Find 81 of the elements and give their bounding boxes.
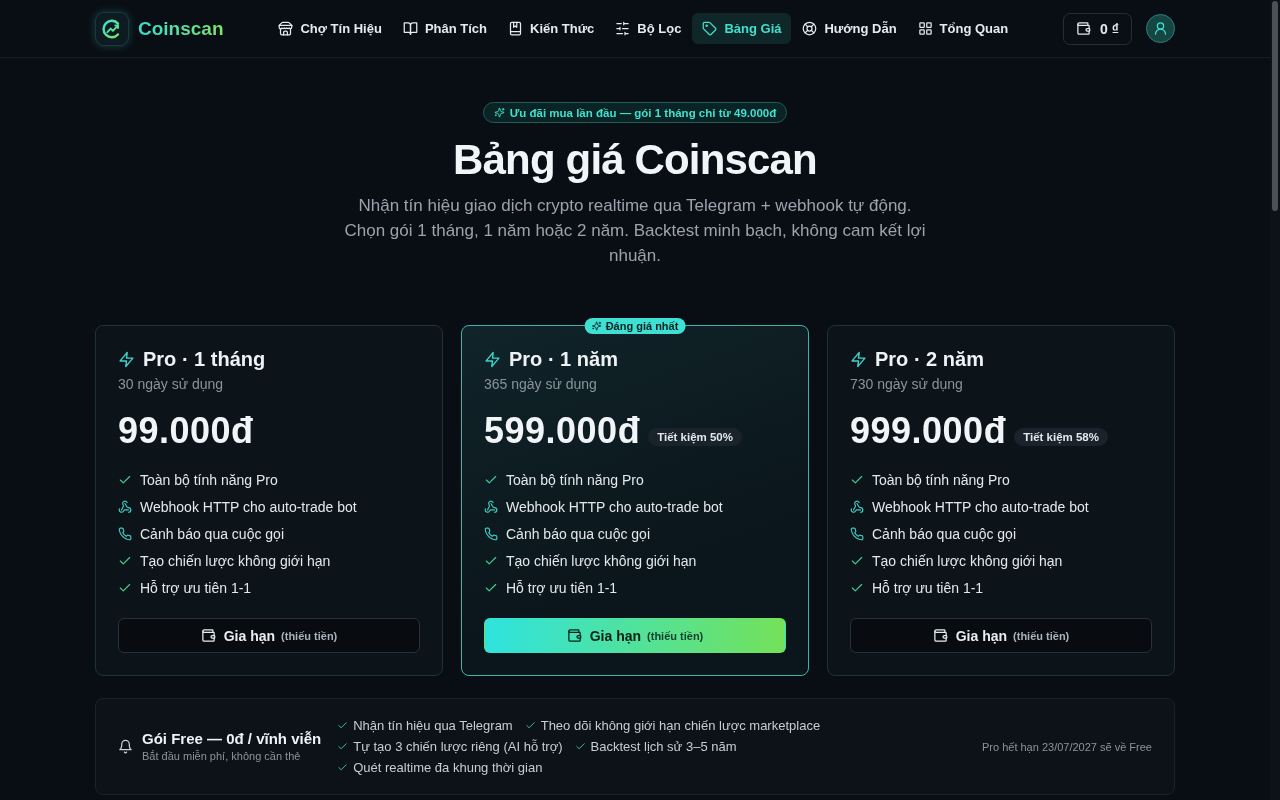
page-title: Bảng giá Coinscan [453,135,817,185]
lightning-icon [484,350,501,368]
tag-icon [702,21,718,36]
feature-text: Webhook HTTP cho auto-trade bot [140,498,357,515]
nav-item[interactable]: Tổng Quan [907,13,1019,44]
sparkles-icon [591,321,602,331]
store-icon [278,21,294,36]
plan-duration: 30 ngày sử dụng [118,375,225,393]
check-icon [337,741,349,752]
feature-text: Tạo chiến lược không giới hạn [140,552,331,569]
plan-price: 99.000đ [118,410,254,452]
feature-text: Hỗ trợ ưu tiên 1-1 [140,579,252,596]
plan-price: 999.000đ [850,410,1007,452]
promo-text: Ưu đãi mua lần đầu — gói 1 tháng chỉ từ 49.000đ [509,106,777,119]
feature-text: Backtest lịch sử 3–5 năm [590,737,737,756]
notebook-icon [508,21,524,36]
check-icon [337,762,349,773]
renew-button[interactable]: Gia hạn (thiếu tiền) [850,618,1152,653]
wallet-icon [566,628,582,643]
free-plan-subtitle: Bắt đầu miễn phí, không cần thẻ [142,749,302,764]
grid-icon [917,21,933,36]
plan-name: Pro · 1 năm [509,347,618,372]
feature-text: Cảnh báo qua cuộc gọi [140,525,284,542]
phone-icon [850,526,864,541]
nav-item[interactable]: Bảng Giá [692,13,792,44]
plan-name: Pro · 1 tháng [143,347,266,372]
saving-badge: Tiết kiệm 58% [1014,428,1108,446]
feature-text: Hỗ trợ ưu tiên 1-1 [872,579,984,596]
nav-item[interactable]: Kiến Thức [498,13,605,44]
plan-expiry-note: Pro hết hạn 23/07/2027 sẽ về Free [982,740,1152,753]
feature-text: Hỗ trợ ưu tiên 1-1 [506,579,618,596]
wallet-icon [932,628,948,643]
bell-icon [118,739,133,754]
webhook-icon [484,499,498,514]
feature-text: Toàn bộ tính năng Pro [872,471,1010,488]
feature-text: Webhook HTTP cho auto-trade bot [506,498,723,515]
sparkles-icon [493,107,505,118]
feature-text: Webhook HTTP cho auto-trade bot [872,498,1089,515]
plan-price: 599.000đ [484,410,641,452]
feature-text: Cảnh báo qua cuộc gọi [506,525,650,542]
highlight-label: Đáng giá nhất [605,320,679,332]
lightning-icon [850,350,867,368]
plan-duration: 365 ngày sử dụng [484,375,598,393]
feature-text: Tạo chiến lược không giới hạn [506,552,697,569]
feature-text: Toàn bộ tính năng Pro [140,471,278,488]
feature-text: Theo dõi không giới hạn chiến lược marketplace [540,716,821,735]
sliders-icon [615,21,631,36]
feature-text: Tạo chiến lược không giới hạn [872,552,1063,569]
webhook-icon [850,499,864,514]
nav-item[interactable]: Bộ Lọc [605,13,692,44]
lightning-icon [118,350,135,368]
check-icon [337,720,349,731]
wallet-icon [1076,21,1092,36]
plan-name: Pro · 2 năm [875,347,984,372]
user-icon [1153,21,1168,36]
account-button[interactable] [1146,14,1175,43]
feature-text: Tự tạo 3 chiến lược riêng (AI hỗ trợ) [353,737,563,756]
nav-item[interactable]: Hướng Dẫn [792,13,907,44]
feature-text: Cảnh báo qua cuộc gọi [872,525,1016,542]
webhook-icon [118,499,132,514]
plan-duration: 730 ngày sử dụng [850,375,964,393]
open-book-icon [402,21,418,36]
nav-item[interactable]: Phân Tích [392,13,498,44]
wallet-icon [200,628,216,643]
scrollbar-thumb[interactable] [1272,1,1278,211]
free-plan-title: Gói Free — 0đ / vĩnh viễn [142,729,322,749]
logo-icon[interactable] [95,11,129,46]
lifebuoy-icon [802,21,818,36]
wallet-button[interactable]: 0 ₫ [1063,12,1132,45]
feature-text: Nhận tín hiệu qua Telegram [353,716,513,735]
renew-button[interactable]: Gia hạn (thiếu tiền) [484,618,786,653]
nav-item[interactable]: Chợ Tín Hiệu [268,13,392,44]
check-icon [574,741,586,752]
saving-badge: Tiết kiệm 50% [648,428,742,446]
check-icon [524,720,536,731]
page-subtitle: Nhận tín hiệu giao dịch crypto realtime qua Telegram + webhook tự động. Chọn gói 1 tháng, 1 năm hoặc 2 năm. Backtest minh bạch, không cam kết lợi nhuận. [343,195,927,267]
renew-button[interactable]: Gia hạn (thiếu tiền) [118,618,420,653]
feature-text: Quét realtime đa khung thời gian [353,758,543,777]
phone-icon [118,526,132,541]
feature-text: Toàn bộ tính năng Pro [506,471,644,488]
phone-icon [484,526,498,541]
